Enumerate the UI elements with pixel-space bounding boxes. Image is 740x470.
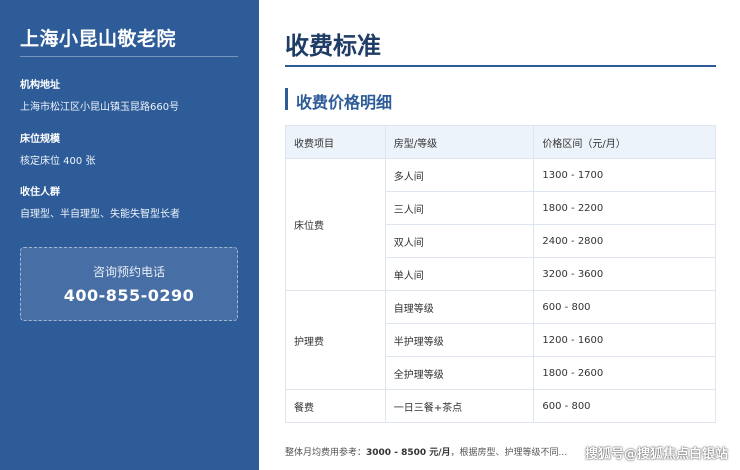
address-label: 机构地址: [20, 80, 60, 91]
footer-prefix: 整体月均费用参考：: [285, 448, 367, 458]
footer-note: 整体月均费用参考：3000 - 8500 元/月，根据房型、护理等级不同...: [285, 445, 567, 458]
type-cell: 多人间: [384, 158, 535, 192]
price-cell: 600 - 800: [533, 389, 716, 423]
phone-label: 咨询预约电话: [92, 265, 165, 279]
address-value: 上海市松江区小昆山镇玉昆路660号: [20, 102, 180, 113]
residents-value: 自理型、半自理型、失能失智型长者: [20, 209, 180, 220]
sidebar: 上海小昆山敬老院 机构地址 上海市松江区小昆山镇玉昆路660号 床位规模 核定床…: [0, 0, 259, 470]
type-cell: 三人间: [384, 191, 535, 225]
type-cell: 一日三餐+茶点: [384, 389, 535, 423]
table-row: 餐费 一日三餐+茶点 600 - 800: [285, 389, 716, 423]
table-row: 护理费 自理等级 600 - 800: [285, 290, 716, 390]
price-cell: 2400 - 2800: [533, 224, 716, 258]
footer-suffix: ，根据房型、护理等级不同...: [450, 448, 568, 458]
category-cell: 护理费: [285, 290, 386, 390]
sidebar-divider: [20, 56, 238, 57]
section-title: 收费价格明细: [296, 93, 393, 112]
price-cell: 600 - 800: [533, 290, 716, 324]
watermark: 搜狐号@搜狐焦点白银站: [584, 447, 728, 462]
header-category: 收费项目: [285, 125, 386, 159]
type-cell: 自理等级: [384, 290, 535, 324]
price-cell: 3200 - 3600: [533, 257, 716, 291]
category-cell: 床位费: [285, 158, 386, 291]
phone-number[interactable]: 400-855-0290: [21, 286, 237, 305]
price-cell: 1800 - 2600: [533, 356, 716, 390]
section-accent-bar: [285, 88, 288, 110]
footer-range: 3000 - 8500 元/月: [366, 448, 451, 458]
price-cell: 1800 - 2200: [533, 191, 716, 225]
beds-value: 核定床位 400 张: [20, 156, 96, 167]
header-type: 房型/等级: [384, 125, 535, 159]
beds-label: 床位规模: [20, 134, 60, 145]
table-header-row: 收费项目 房型/等级 价格区间（元/月）: [285, 125, 716, 159]
category-cell: 餐费: [285, 389, 386, 423]
header-price: 价格区间（元/月）: [533, 125, 716, 159]
page-title: 收费标准: [285, 32, 381, 60]
phone-box[interactable]: 咨询预约电话 400-855-0290: [20, 247, 238, 321]
type-cell: 双人间: [384, 224, 535, 258]
type-cell: 半护理等级: [384, 323, 535, 357]
table-row: 床位费 多人间 1300 - 1700: [285, 158, 716, 291]
price-cell: 1300 - 1700: [533, 158, 716, 192]
main-content: 收费标准 收费价格明细 收费项目 房型/等级 价格区间（元/月） 床位费 多人间…: [259, 0, 740, 470]
title-divider: [285, 65, 716, 67]
residents-label: 收住人群: [20, 187, 60, 198]
fee-table: 收费项目 房型/等级 价格区间（元/月） 床位费 多人间 1300 - 1700…: [285, 125, 716, 423]
org-name: 上海小昆山敬老院: [20, 28, 177, 50]
type-cell: 全护理等级: [384, 356, 535, 390]
price-cell: 1200 - 1600: [533, 323, 716, 357]
type-cell: 单人间: [384, 257, 535, 291]
